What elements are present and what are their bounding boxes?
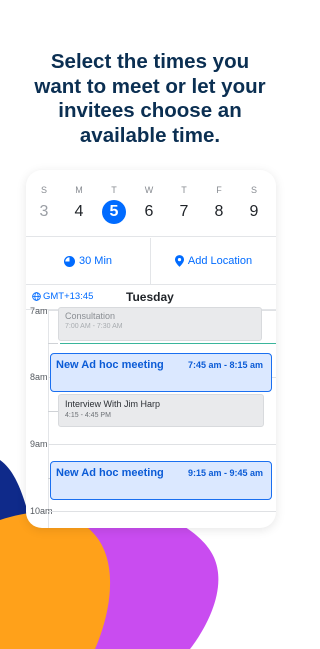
phone-screen: S 3 M 4 T 5 W 6 T 7 F 8 S 9 30 Min Add L… [26, 170, 276, 528]
day-number: 6 [144, 203, 154, 220]
day-number: 4 [74, 203, 84, 220]
add-location-label: Add Location [187, 255, 253, 267]
day-number: 8 [214, 203, 224, 220]
event-consultation[interactable]: Consultation 7:00 AM - 7:30 AM [58, 307, 262, 341]
half-hour-tick [48, 411, 58, 412]
day-of-week-label: T [181, 185, 187, 195]
divider [26, 284, 276, 285]
location-pin-icon [174, 255, 184, 267]
headline-line-1: Select the times you [50, 50, 250, 73]
event-title: New Ad hoc meeting [56, 467, 164, 479]
day-header-row: GMT+13:45 Tuesday [26, 287, 276, 309]
event-interview-jim-harp[interactable]: Interview With Jim Harp 4:15 - 4:45 PM [58, 394, 264, 427]
hour-label-9am: 9am [30, 439, 48, 449]
timezone-selector[interactable]: GMT+13:45 [32, 291, 93, 302]
timeline-axis [48, 309, 49, 528]
headline-line-4: available time. [79, 123, 221, 147]
headline-line-3: invitees choose an [58, 99, 242, 122]
day-number: 5 [102, 200, 126, 224]
day-thursday[interactable]: T 7 [169, 184, 199, 224]
day-of-week-label: M [75, 185, 83, 195]
day-number: 9 [249, 203, 259, 220]
duration-button[interactable]: 30 Min [26, 238, 150, 284]
hour-label-7am: 7am [30, 306, 48, 316]
timezone-label: GMT+13:45 [43, 291, 94, 302]
current-time-line [60, 343, 276, 344]
day-of-week-label: S [250, 185, 257, 195]
hour-line [48, 511, 276, 512]
day-number: 3 [39, 203, 49, 220]
hour-line [48, 444, 276, 445]
event-time: 7:45 am - 8:15 am [187, 360, 263, 370]
clock-pie-icon [63, 255, 75, 267]
day-monday[interactable]: M 4 [64, 184, 94, 224]
headline-line-2: want to meet or let your [34, 74, 266, 98]
event-title: New Ad hoc meeting [56, 359, 164, 371]
event-title: Interview With Jim Harp [65, 399, 161, 409]
meeting-options-row: 30 Min Add Location [26, 238, 276, 284]
divider [26, 236, 276, 237]
options-divider [150, 238, 151, 284]
hour-label-8am: 8am [30, 372, 48, 382]
week-strip: S 3 M 4 T 5 W 6 T 7 F 8 S 9 [26, 184, 276, 228]
day-sunday[interactable]: S 3 [29, 184, 59, 224]
add-location-button[interactable]: Add Location [151, 238, 276, 284]
day-of-week-label: T [111, 185, 117, 195]
day-title: Tuesday [126, 290, 174, 304]
event-adhoc-meeting-2[interactable]: New Ad hoc meeting 9:15 am - 9:45 am [50, 461, 272, 500]
day-tuesday-selected[interactable]: T 5 [99, 184, 129, 224]
day-friday[interactable]: F 8 [204, 184, 234, 224]
day-number: 7 [179, 203, 189, 220]
day-of-week-label: S [40, 185, 47, 195]
half-hour-tick [48, 343, 58, 344]
event-time: 4:15 - 4:45 PM [65, 412, 111, 419]
event-time: 9:15 am - 9:45 am [187, 468, 263, 478]
event-adhoc-meeting-1[interactable]: New Ad hoc meeting 7:45 am - 8:15 am [50, 353, 272, 392]
duration-label: 30 Min [78, 255, 113, 267]
day-of-week-label: W [144, 185, 154, 195]
headline: Select the times you want to meet or let… [0, 50, 300, 148]
event-title: Consultation [65, 311, 116, 321]
globe-icon [32, 292, 41, 301]
day-timeline[interactable]: 7am 8am 9am 10am Consultation 7:00 AM - … [26, 306, 276, 528]
day-of-week-label: F [216, 185, 222, 195]
day-saturday[interactable]: S 9 [239, 184, 269, 224]
event-time: 7:00 AM - 7:30 AM [65, 323, 123, 330]
day-wednesday[interactable]: W 6 [134, 184, 164, 224]
